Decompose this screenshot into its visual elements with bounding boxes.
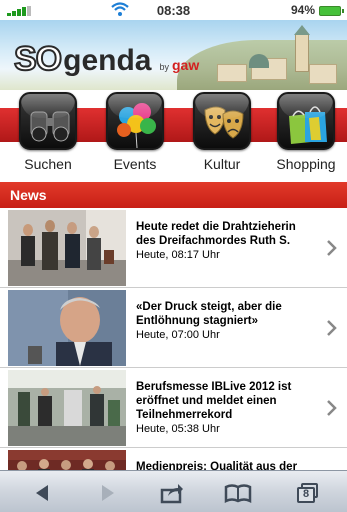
news-item[interactable]: «Der Druck steigt, aber die Entlöhnung s… [0,288,347,368]
share-icon [160,484,183,504]
status-bar: 08:38 94% [0,0,347,20]
news-title: Medienpreis: Qualität aus der Region für… [136,461,298,470]
news-item[interactable]: Medienpreis: Qualität aus der Region für… [0,448,347,470]
tabs-button[interactable]: 8 [288,479,328,507]
forward-button[interactable] [88,479,128,507]
news-thumbnail [8,210,126,286]
chevron-right-icon [327,320,337,336]
chevron-right-icon [327,400,337,416]
category-label: Events [113,156,157,172]
shopping-bags-icon [277,92,335,150]
news-list: Heute redet die Drahtzieherin des Dreifa… [0,208,347,470]
news-thumbnail [8,290,126,366]
category-label: Shopping [276,156,336,172]
news-title: «Der Druck steigt, aber die Entlöhnung s… [136,301,282,327]
category-bar: Suchen Events Kultur Shopping [0,90,347,182]
binoculars-icon [19,92,77,150]
category-label: Suchen [24,156,72,172]
category-events[interactable]: Events [95,90,175,182]
chevron-right-icon [327,240,337,256]
theater-masks-icon [193,92,251,150]
balloons-icon [106,92,164,150]
news-thumbnail [8,370,126,446]
news-item[interactable]: Heute redet die Drahtzieherin des Dreifa… [0,208,347,288]
battery-icon [319,6,344,16]
news-title: Berufsmesse IBLive 2012 ist eröffnet und… [136,381,292,421]
bookmarks-button[interactable] [218,479,258,507]
browser-toolbar: 8 [0,470,347,512]
tabs-count: 8 [302,488,310,500]
book-icon [224,484,252,503]
church-tower [294,25,310,72]
back-arrow-icon [36,485,48,501]
category-suchen[interactable]: Suchen [8,90,88,182]
news-time: Heute, 05:38 Uhr [136,423,220,435]
tabs-icon: 8 [297,483,319,503]
app-logo[interactable]: SO genda by gaw [13,39,199,80]
category-kultur[interactable]: Kultur [182,90,262,182]
news-title: Heute redet die Drahtzieherin des Dreifa… [136,221,296,247]
category-label: Kultur [203,156,241,172]
battery-percent: 94% [290,3,315,17]
news-section-header: News [0,182,347,208]
news-item[interactable]: Berufsmesse IBLive 2012 ist eröffnet und… [0,368,347,448]
news-heading: News [10,187,47,203]
news-thumbnail [8,450,126,470]
app-header: SO genda by gaw [0,20,347,90]
category-shopping[interactable]: Shopping [266,90,346,182]
back-button[interactable] [22,479,62,507]
news-time: Heute, 07:00 Uhr [136,329,220,341]
forward-arrow-icon [102,485,114,501]
share-button[interactable] [152,479,192,507]
news-time: Heute, 08:17 Uhr [136,249,220,261]
